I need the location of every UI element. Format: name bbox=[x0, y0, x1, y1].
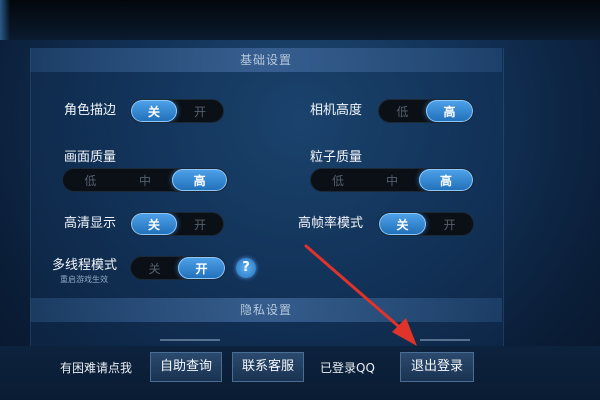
particle-quality-toggle[interactable]: 低 中 高 bbox=[310, 168, 474, 192]
graphics-quality-option-low[interactable]: 低 bbox=[63, 169, 118, 191]
settings-screen: 基础设置 角色描边 关 开 相机高度 低 高 画面质量 低 中 高 粒子质量 低… bbox=[0, 0, 600, 400]
multithread-label: 多线程模式 bbox=[52, 258, 118, 273]
hd-display-label: 高清显示 bbox=[64, 216, 117, 231]
hd-display-option-off[interactable]: 关 bbox=[131, 213, 177, 235]
camera-height-option-high[interactable]: 高 bbox=[426, 100, 473, 122]
particle-quality-option-high[interactable]: 高 bbox=[419, 169, 473, 191]
camera-height-option-low[interactable]: 低 bbox=[379, 100, 426, 122]
particle-quality-label: 粒子质量 bbox=[310, 150, 363, 165]
graphics-quality-option-high[interactable]: 高 bbox=[172, 169, 227, 191]
hd-display-toggle[interactable]: 关 开 bbox=[130, 212, 224, 236]
camera-height-toggle[interactable]: 低 高 bbox=[378, 99, 474, 123]
high-fps-label: 高帧率模式 bbox=[298, 216, 364, 231]
outline-label: 角色描边 bbox=[64, 103, 117, 118]
section-header-basic: 基础设置 bbox=[30, 48, 502, 72]
graphics-quality-label: 画面质量 bbox=[64, 150, 117, 165]
multithread-option-on[interactable]: 开 bbox=[178, 257, 225, 279]
question-icon[interactable]: ? bbox=[236, 258, 256, 278]
multithread-toggle[interactable]: 关 开 bbox=[130, 256, 226, 280]
camera-height-label: 相机高度 bbox=[310, 103, 363, 118]
high-fps-toggle[interactable]: 关 开 bbox=[378, 212, 474, 236]
privacy-slider-hint-right bbox=[420, 339, 470, 341]
section-header-privacy: 隐私设置 bbox=[30, 298, 502, 322]
top-corner-accent bbox=[0, 0, 10, 40]
high-fps-option-off[interactable]: 关 bbox=[379, 213, 426, 235]
multithread-sublabel: 重启游戏生效 bbox=[60, 275, 108, 284]
privacy-slider-hint-left bbox=[160, 339, 220, 341]
outline-toggle[interactable]: 关 开 bbox=[130, 99, 224, 123]
contact-service-button[interactable]: 联系客服 bbox=[232, 352, 304, 382]
trouble-label: 有困难请点我 bbox=[60, 361, 133, 375]
top-strip bbox=[0, 0, 600, 40]
graphics-quality-option-mid[interactable]: 中 bbox=[118, 169, 173, 191]
high-fps-option-on[interactable]: 开 bbox=[426, 213, 473, 235]
outline-option-off[interactable]: 关 bbox=[131, 100, 177, 122]
logged-in-label: 已登录QQ bbox=[320, 361, 375, 375]
outline-option-on[interactable]: 开 bbox=[177, 100, 223, 122]
graphics-quality-toggle[interactable]: 低 中 高 bbox=[62, 168, 228, 192]
multithread-option-off[interactable]: 关 bbox=[131, 257, 178, 279]
hd-display-option-on[interactable]: 开 bbox=[177, 213, 223, 235]
logout-button[interactable]: 退出登录 bbox=[400, 352, 474, 382]
particle-quality-option-mid[interactable]: 中 bbox=[365, 169, 419, 191]
self-service-button[interactable]: 自助查询 bbox=[150, 352, 222, 382]
particle-quality-option-low[interactable]: 低 bbox=[311, 169, 365, 191]
